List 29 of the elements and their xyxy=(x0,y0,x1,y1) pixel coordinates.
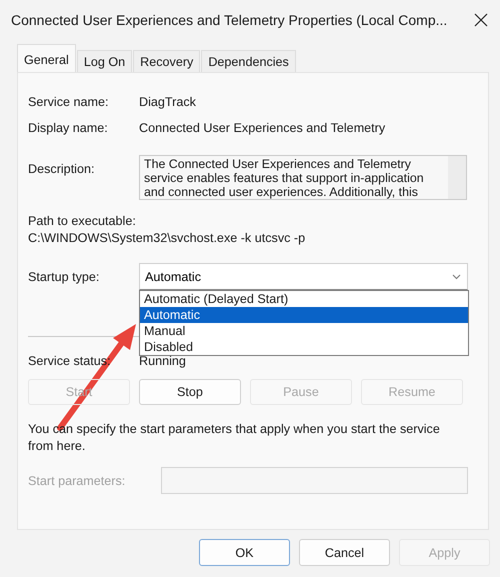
chevron-icon xyxy=(452,274,461,280)
close-icon[interactable] xyxy=(474,13,488,27)
status-value: Running xyxy=(139,354,186,368)
dropdown-option[interactable]: Automatic (Delayed Start) xyxy=(140,291,468,307)
field-label: Startup type: xyxy=(28,270,100,284)
hint-text: You can specify the start parameters that apply when you start the service from here. xyxy=(28,421,441,455)
tab[interactable]: Dependencies xyxy=(201,50,296,72)
field-label: Path to executable: xyxy=(28,214,137,228)
tab[interactable]: General xyxy=(17,44,76,72)
path-value: C:\WINDOWS\System32\svchost.exe -k utcsvc -p xyxy=(28,231,306,245)
dropdown-option[interactable]: Automatic xyxy=(140,307,468,323)
dropdown-option[interactable]: Manual xyxy=(140,323,468,339)
dropdown-option[interactable]: Disabled xyxy=(140,339,468,355)
field-label: Start parameters: xyxy=(28,474,126,488)
tab[interactable]: Log On xyxy=(76,50,132,72)
field-value: DiagTrack xyxy=(139,95,196,109)
field-value: Connected User Experiences and Telemetry xyxy=(139,121,386,135)
scrollbar[interactable] xyxy=(448,156,466,199)
window-title: Connected User Experiences and Telemetry Properties (Local Comp... xyxy=(11,12,448,28)
tab[interactable]: Recovery xyxy=(133,50,200,72)
field-label: Description: xyxy=(28,161,96,176)
field-label: Service name: xyxy=(28,95,110,109)
field-label: Display name: xyxy=(28,121,109,135)
startup-type-dropdown[interactable]: Automatic xyxy=(139,263,468,290)
description-text: The Connected User Experiences and Telemetry service enables features that support in-application and connected user experiences. Additionally, this xyxy=(143,156,425,199)
dialog-button[interactable]: Cancel xyxy=(299,539,390,566)
service-button[interactable]: Stop xyxy=(139,379,241,405)
start-parameters-field[interactable] xyxy=(161,467,468,494)
dialog-button[interactable]: OK xyxy=(199,539,290,566)
